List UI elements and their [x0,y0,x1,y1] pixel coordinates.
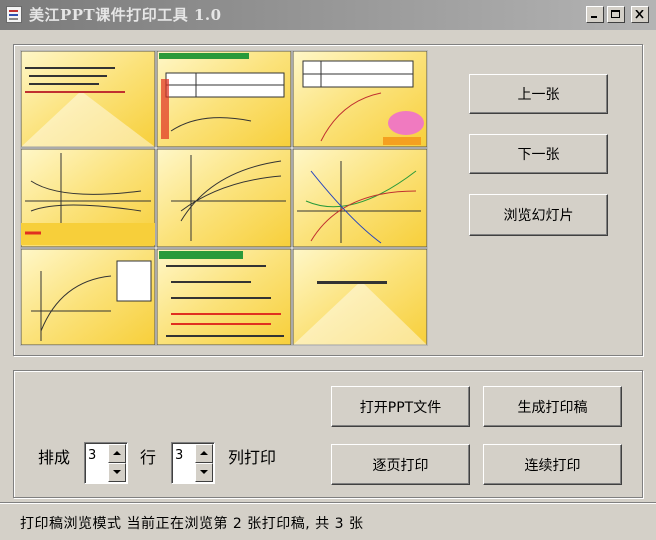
close-icon [635,10,644,19]
prev-button[interactable]: 上一张 [469,74,608,114]
status-bar: 打印稿浏览模式 当前正在浏览第 2 张打印稿, 共 3 张 [0,502,656,540]
close-button[interactable] [631,6,649,23]
minimize-button[interactable] [586,6,604,23]
browse-slides-button[interactable]: 浏览幻灯片 [469,194,608,236]
status-text: 打印稿浏览模式 当前正在浏览第 2 张打印稿, 共 3 张 [20,516,364,532]
minimize-icon [591,16,597,18]
slide-thumb-7 [20,248,156,346]
arrange-label: 排成 [38,448,71,467]
slide-thumb-1 [20,50,156,148]
cols-down-button[interactable] [195,463,213,482]
slide-thumb-4 [20,148,156,248]
open-ppt-button[interactable]: 打开PPT文件 [331,386,470,427]
slide-thumb-3 [292,50,428,148]
slide-thumb-8 [156,248,292,346]
rows-down-button[interactable] [108,463,126,482]
cols-spinner[interactable]: 3 [171,442,215,484]
next-button[interactable]: 下一张 [469,134,608,174]
slide-thumb-9 [292,248,428,346]
maximize-icon [611,10,620,18]
cols-label: 列打印 [228,448,277,467]
rows-spinner[interactable]: 3 [84,442,128,484]
rows-label: 行 [140,448,157,467]
window-title: 美江PPT课件打印工具 1.0 [29,6,222,24]
slide-thumb-2 [156,50,292,148]
maximize-button[interactable] [607,6,625,23]
slide-thumbnails [20,50,428,346]
rows-value[interactable]: 3 [88,448,96,463]
app-icon [6,6,22,23]
cols-up-button[interactable] [195,444,213,463]
page-print-button[interactable]: 逐页打印 [331,444,470,485]
rows-up-button[interactable] [108,444,126,463]
print-preview [20,50,428,346]
generate-printout-button[interactable]: 生成打印稿 [483,386,622,427]
title-bar[interactable]: 美江PPT课件打印工具 1.0 [0,0,656,30]
continuous-print-button[interactable]: 连续打印 [483,444,622,485]
cols-value[interactable]: 3 [175,448,183,463]
slide-thumb-6 [292,148,428,248]
slide-thumb-5 [156,148,292,248]
